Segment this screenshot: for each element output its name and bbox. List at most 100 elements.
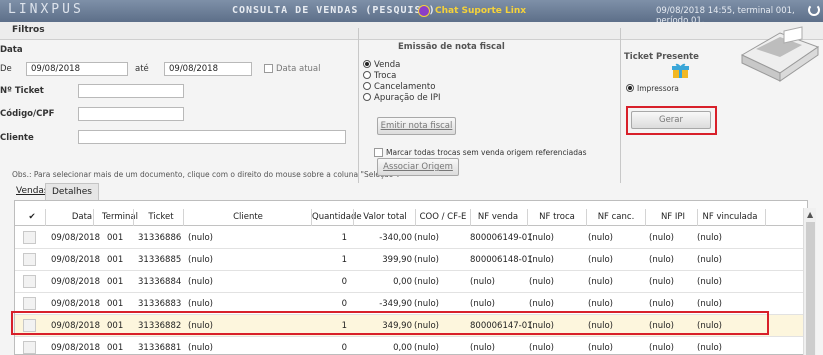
column-separator xyxy=(470,209,471,226)
radio-impressora-label: Impressora xyxy=(637,84,679,93)
column-separator xyxy=(311,209,312,226)
col-header[interactable]: Terminal xyxy=(98,212,142,222)
table-cell: (nulo) xyxy=(470,299,495,309)
chat-support-link[interactable]: Chat Suporte Linx xyxy=(435,6,526,16)
column-separator xyxy=(697,209,698,226)
table-cell: 09/08/2018 xyxy=(51,233,100,243)
gerar-button[interactable]: Gerar xyxy=(631,111,711,129)
app-logo: LINXPUS xyxy=(8,2,84,17)
table-cell: 31336881 xyxy=(138,343,182,353)
table-cell: (nulo) xyxy=(414,343,439,353)
radio-troca-label: Troca xyxy=(374,71,397,81)
table-cell: (nulo) xyxy=(697,299,722,309)
col-header[interactable]: NF IPI xyxy=(647,212,699,222)
radio-troca[interactable] xyxy=(363,71,371,79)
scroll-up-icon[interactable]: ▲ xyxy=(807,210,813,219)
col-header[interactable]: Ticket xyxy=(138,212,184,222)
table-cell: (nulo) xyxy=(588,233,613,243)
col-header[interactable]: NF venda xyxy=(470,212,526,222)
ticket-input[interactable] xyxy=(78,84,184,98)
table-row[interactable]: 09/08/2018 001 31336885 (nulo) 1 399,90 (nulo)… xyxy=(15,249,807,271)
col-header[interactable]: Cliente xyxy=(185,212,311,222)
table-cell: (nulo) xyxy=(529,255,554,265)
table-cell: (nulo) xyxy=(470,343,495,353)
table-cell: 31336883 xyxy=(138,299,182,309)
radio-impressora[interactable] xyxy=(626,84,634,92)
divider xyxy=(358,28,359,183)
row-select-checkbox[interactable] xyxy=(23,341,36,354)
row-select-checkbox[interactable] xyxy=(23,253,36,266)
data-atual-checkbox[interactable] xyxy=(264,64,273,73)
table-cell: (nulo) xyxy=(649,343,674,353)
table-cell: 0 xyxy=(341,299,347,309)
table-cell: 31336884 xyxy=(138,277,182,287)
gift-icon xyxy=(672,63,689,78)
grid-scrollbar[interactable]: ▲ xyxy=(803,208,816,355)
table-cell: 09/08/2018 xyxy=(51,343,100,353)
radio-venda[interactable] xyxy=(363,60,371,68)
associar-origem-button[interactable]: Associar Origem xyxy=(377,158,459,176)
table-cell: (nulo) xyxy=(649,299,674,309)
date-from-input[interactable]: 09/08/2018 xyxy=(26,62,128,76)
power-icon[interactable] xyxy=(808,4,820,16)
radio-apuracao-ipi[interactable] xyxy=(363,93,371,101)
table-cell: (nulo) xyxy=(697,277,722,287)
row-select-checkbox[interactable] xyxy=(23,297,36,310)
col-header[interactable]: Valor total xyxy=(355,212,415,222)
cliente-input[interactable] xyxy=(78,130,346,144)
ate-label: até xyxy=(135,64,149,74)
divider xyxy=(620,28,621,183)
table-cell: 09/08/2018 xyxy=(51,277,100,287)
window-title: CONSULTA DE VENDAS (PESQUISA) xyxy=(232,5,436,16)
date-to-input[interactable]: 09/08/2018 xyxy=(164,62,252,76)
table-cell: (nulo) xyxy=(697,255,722,265)
col-header[interactable]: NF vinculada xyxy=(697,212,763,222)
codigo-cpf-label: Código/CPF xyxy=(0,109,55,119)
marcar-trocas-checkbox[interactable] xyxy=(374,148,383,157)
col-header[interactable]: COO / CF-E xyxy=(417,212,469,222)
table-cell: (nulo) xyxy=(588,343,613,353)
selected-row-highlight xyxy=(11,311,769,335)
table-cell: (nulo) xyxy=(529,233,554,243)
chat-icon[interactable] xyxy=(418,5,430,17)
codigo-cpf-input[interactable] xyxy=(78,107,184,121)
filters-tab-label: Filtros xyxy=(12,25,45,35)
table-cell: (nulo) xyxy=(649,233,674,243)
filters-tab[interactable]: Filtros xyxy=(0,22,823,40)
table-cell: 09/08/2018 xyxy=(51,299,100,309)
table-cell: (nulo) xyxy=(414,299,439,309)
emitir-nota-button[interactable]: Emitir nota fiscal xyxy=(377,117,456,135)
table-row[interactable]: 09/08/2018 001 31336886 (nulo) 1 -340,00 (nulo… xyxy=(15,227,807,249)
table-cell: 0 xyxy=(341,343,347,353)
table-row[interactable]: 09/08/2018 001 31336881 (nulo) 0 0,00 (nulo) (n… xyxy=(15,337,807,354)
radio-cancelamento[interactable] xyxy=(363,82,371,90)
table-cell: -349,90 xyxy=(379,299,412,309)
table-cell: (nulo) xyxy=(188,277,213,287)
table-cell: (nulo) xyxy=(649,255,674,265)
table-cell: (nulo) xyxy=(529,343,554,353)
table-cell: 0,00 xyxy=(393,277,412,287)
table-cell: (nulo) xyxy=(697,233,722,243)
table-cell: -340,00 xyxy=(379,233,412,243)
table-cell: 31336885 xyxy=(138,255,182,265)
col-header[interactable]: NF canc. xyxy=(588,212,644,222)
row-select-checkbox[interactable] xyxy=(23,231,36,244)
table-cell: 09/08/2018 xyxy=(51,255,100,265)
table-row[interactable]: 09/08/2018 001 31336884 (nulo) 0 0,00 (nulo) (n… xyxy=(15,271,807,293)
scroll-thumb[interactable] xyxy=(806,222,815,355)
table-cell: 800006149-01 xyxy=(470,233,533,243)
column-separator xyxy=(645,209,646,226)
table-cell: 1 xyxy=(341,255,347,265)
col-header[interactable]: NF troca xyxy=(529,212,585,222)
col-header[interactable]: Quantidade xyxy=(312,212,362,222)
row-select-checkbox[interactable] xyxy=(23,275,36,288)
tab-detalhes[interactable]: Detalhes xyxy=(45,183,99,200)
table-cell: 0,00 xyxy=(393,343,412,353)
column-separator xyxy=(586,209,587,226)
table-cell: (nulo) xyxy=(188,233,213,243)
table-cell: (nulo) xyxy=(588,299,613,309)
select-all-check[interactable]: ✔ xyxy=(25,212,39,222)
table-cell: 399,90 xyxy=(382,255,412,265)
table-cell: (nulo) xyxy=(529,299,554,309)
column-separator xyxy=(133,209,134,226)
